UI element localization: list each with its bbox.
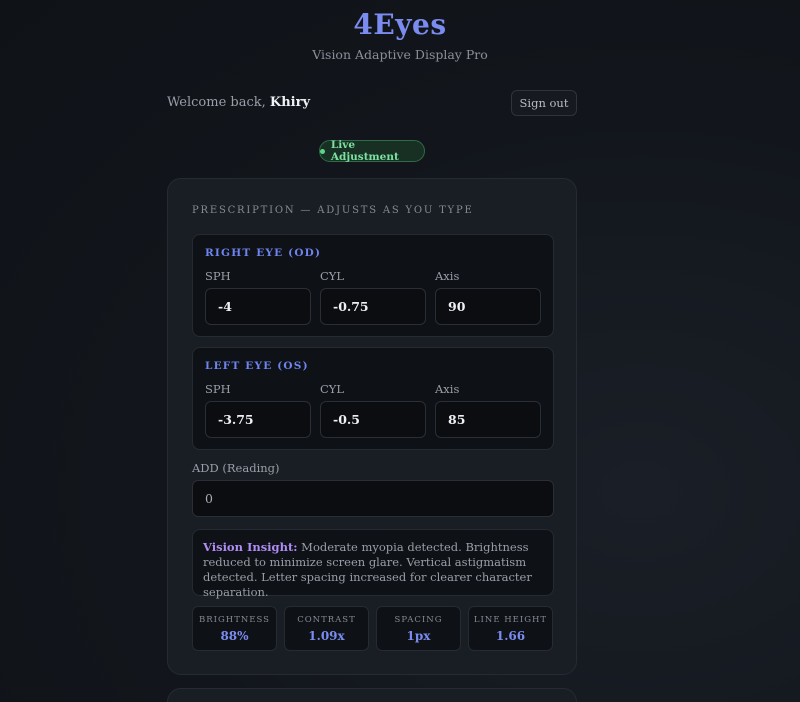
right-axis-label: Axis [435,269,460,283]
live-status-dot-icon [320,148,325,154]
live-adjustment-badge: Live Adjustment [319,139,425,163]
left-cyl-label: CYL [320,382,345,396]
sign-out-button[interactable]: Sign out [511,90,577,116]
right-cyl-input[interactable] [320,288,426,325]
add-reading-label: ADD (Reading) [192,461,280,475]
left-eye-panel: Left Eye (OS) SPH CYL Axis [192,347,554,450]
app-title: 4Eyes [353,8,447,41]
metric-line-height-value: 1.66 [495,629,526,643]
right-axis-input[interactable] [435,288,541,325]
prescription-section-title: Prescription — adjusts as you type [192,205,474,216]
vision-insight-panel: Vision Insight: Moderate myopia detected… [192,529,554,599]
vision-insight-label: Vision Insight: [203,540,298,554]
metric-brightness: Brightness 88% [192,606,277,651]
metric-spacing: Spacing 1px [376,606,461,651]
metric-spacing-value: 1px [406,629,431,643]
user-name: Khiry [269,95,311,110]
left-eye-title: Left Eye (OS) [205,360,309,372]
right-sph-input[interactable] [205,288,311,325]
metric-line-height-label: Line Height [473,615,548,625]
metric-contrast-value: 1.09x [308,629,345,643]
metric-contrast: Contrast 1.09x [284,606,369,651]
left-sph-input[interactable] [205,401,311,438]
left-sph-label: SPH [205,382,231,396]
metric-brightness-value: 88% [220,629,249,643]
right-cyl-label: CYL [320,269,345,283]
left-axis-input[interactable] [435,401,541,438]
left-cyl-input[interactable] [320,401,426,438]
app-subtitle: Vision Adaptive Display Pro [312,47,488,62]
welcome-message: Welcome back, Khiry [167,95,310,110]
add-reading-input[interactable] [192,480,554,517]
metric-contrast-label: Contrast [297,615,356,625]
left-axis-label: Axis [435,382,460,396]
secondary-card [167,688,577,702]
metric-line-height: Line Height 1.66 [468,606,553,651]
app-root: 4Eyes Vision Adaptive Display Pro Welcom… [0,0,800,702]
right-eye-panel: Right Eye (OD) SPH CYL Axis [192,234,554,337]
metric-spacing-label: Spacing [394,615,443,625]
right-eye-title: Right Eye (OD) [205,247,322,259]
prescription-card: Prescription — adjusts as you type Right… [167,178,577,675]
live-adjustment-label: Live Adjustment [330,139,399,163]
right-sph-label: SPH [205,269,231,283]
metric-brightness-label: Brightness [198,615,270,625]
welcome-prefix: Welcome back, [167,95,266,110]
